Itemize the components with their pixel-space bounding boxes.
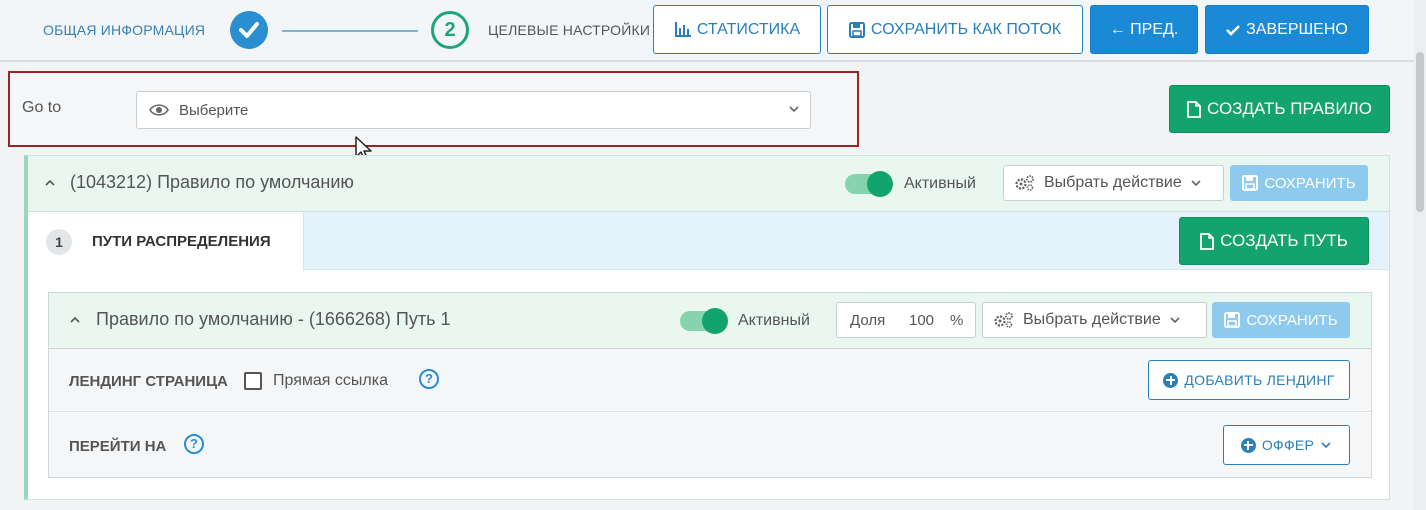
document-icon: [1200, 232, 1215, 250]
scrollbar-thumb[interactable]: [1416, 52, 1424, 212]
add-landing-button[interactable]: ДОБАВИТЬ ЛЕНДИНГ: [1148, 360, 1350, 400]
offer-label: ОФФЕР: [1261, 437, 1315, 453]
done-label: ЗАВЕРШЕНО: [1246, 20, 1348, 38]
rule-header: (1043212) Правило по умолчанию Активный …: [28, 156, 1389, 212]
create-path-label: СОЗДАТЬ ПУТЬ: [1220, 231, 1348, 250]
landing-row: ЛЕНДИНГ СТРАНИЦА Прямая ссылка ? ДОБАВИТ…: [49, 349, 1371, 412]
tab-distribution-paths[interactable]: 1 ПУТИ РАСПРЕДЕЛЕНИЯ: [28, 212, 304, 271]
step-2-indicator[interactable]: 2: [431, 11, 469, 49]
landing-page-label: ЛЕНДИНГ СТРАНИЦА: [69, 373, 228, 390]
step-target-settings-label[interactable]: ЦЕЛЕВЫЕ НАСТРОЙКИ: [488, 22, 650, 38]
share-value[interactable]: 100: [909, 312, 934, 329]
floppy-disk-icon: [848, 21, 865, 38]
document-icon: [1187, 100, 1201, 118]
offer-dropdown-button[interactable]: ОФФЕР: [1223, 425, 1350, 465]
create-rule-label: СОЗДАТЬ ПРАВИЛО: [1207, 99, 1372, 118]
gears-icon: [994, 312, 1013, 328]
chevron-down-icon: [1170, 317, 1180, 324]
statistics-button[interactable]: СТАТИСТИКА: [653, 5, 821, 54]
path-save-label: СОХРАНИТЬ: [1246, 311, 1338, 329]
prev-label: ← ПРЕД.: [1109, 20, 1179, 38]
path-action-select[interactable]: Выбрать действие: [982, 302, 1207, 338]
rule-save-button[interactable]: СОХРАНИТЬ: [1230, 165, 1368, 201]
share-label: Доля: [850, 312, 886, 329]
gears-icon: [1015, 175, 1034, 191]
rule-active-toggle[interactable]: [845, 171, 893, 197]
rule-tabs: 1 ПУТИ РАСПРЕДЕЛЕНИЯ СОЗДАТЬ ПУТЬ: [28, 212, 1389, 271]
chevron-up-icon[interactable]: [69, 316, 81, 324]
done-button[interactable]: ЗАВЕРШЕНО: [1205, 5, 1369, 54]
direct-link-label: Прямая ссылка: [273, 372, 388, 389]
plus-circle-icon: [1163, 372, 1179, 388]
goto-row: ПЕРЕЙТИ НА ? ОФФЕР: [49, 413, 1371, 477]
bar-chart-icon: [674, 22, 691, 37]
check-icon: [1226, 24, 1241, 36]
path-share-field[interactable]: Доля 100 %: [836, 302, 976, 338]
chevron-down-icon: [1321, 442, 1331, 449]
path-title: Правило по умолчанию - (1666268) Путь 1: [96, 309, 451, 329]
chevron-down-icon: [1191, 180, 1201, 187]
rule-action-select[interactable]: Выбрать действие: [1003, 165, 1224, 201]
save-as-flow-button[interactable]: СОХРАНИТЬ КАК ПОТОК: [827, 5, 1083, 54]
step-connector: [282, 30, 418, 32]
floppy-disk-icon: [1224, 312, 1241, 328]
eye-icon: [149, 104, 169, 116]
help-icon[interactable]: ?: [419, 369, 439, 389]
wizard-bar: ОБЩАЯ ИНФОРМАЦИЯ 2 ЦЕЛЕВЫЕ НАСТРОЙКИ СТА…: [0, 0, 1426, 62]
save-as-flow-label: СОХРАНИТЬ КАК ПОТОК: [870, 20, 1062, 38]
share-unit: %: [950, 312, 964, 329]
path-save-button[interactable]: СОХРАНИТЬ: [1212, 302, 1350, 338]
step-general-info-label[interactable]: ОБЩАЯ ИНФОРМАЦИЯ: [43, 22, 205, 38]
path-active-label: Активный: [738, 312, 810, 329]
path-panel: Правило по умолчанию - (1666268) Путь 1 …: [48, 292, 1372, 478]
path-action-label: Выбрать действие: [1023, 311, 1161, 328]
create-path-button[interactable]: СОЗДАТЬ ПУТЬ: [1179, 217, 1369, 265]
help-icon[interactable]: ?: [184, 434, 204, 454]
goto-select-value: Выберите: [179, 102, 249, 119]
chevron-down-icon: [789, 106, 799, 113]
page-scrollbar[interactable]: [1414, 0, 1426, 510]
path-active-toggle[interactable]: [680, 308, 728, 334]
goto-label: Go to: [22, 99, 62, 116]
rule-save-label: СОХРАНИТЬ: [1264, 174, 1356, 192]
create-rule-button[interactable]: СОЗДАТЬ ПРАВИЛО: [1169, 85, 1390, 133]
goto-offer-label: ПЕРЕЙТИ НА: [69, 438, 167, 455]
rule-title: (1043212) Правило по умолчанию: [70, 172, 354, 192]
plus-circle-icon: [1240, 437, 1256, 453]
prev-button[interactable]: ← ПРЕД.: [1090, 5, 1198, 54]
chevron-up-icon[interactable]: [44, 179, 56, 187]
path-header: Правило по умолчанию - (1666268) Путь 1 …: [49, 293, 1371, 349]
rule-action-label: Выбрать действие: [1044, 174, 1182, 191]
step-done-check-icon[interactable]: [230, 11, 268, 49]
statistics-label: СТАТИСТИКА: [696, 20, 801, 38]
add-landing-label: ДОБАВИТЬ ЛЕНДИНГ: [1184, 372, 1335, 388]
rule-active-label: Активный: [904, 175, 976, 192]
tab-number-badge: 1: [46, 229, 72, 255]
direct-link-checkbox[interactable]: [244, 372, 262, 390]
rule-panel: (1043212) Правило по умолчанию Активный …: [24, 155, 1390, 500]
floppy-disk-icon: [1242, 175, 1259, 191]
tab-label: ПУТИ РАСПРЕДЕЛЕНИЯ: [92, 233, 271, 250]
goto-select[interactable]: Выберите: [136, 91, 811, 129]
